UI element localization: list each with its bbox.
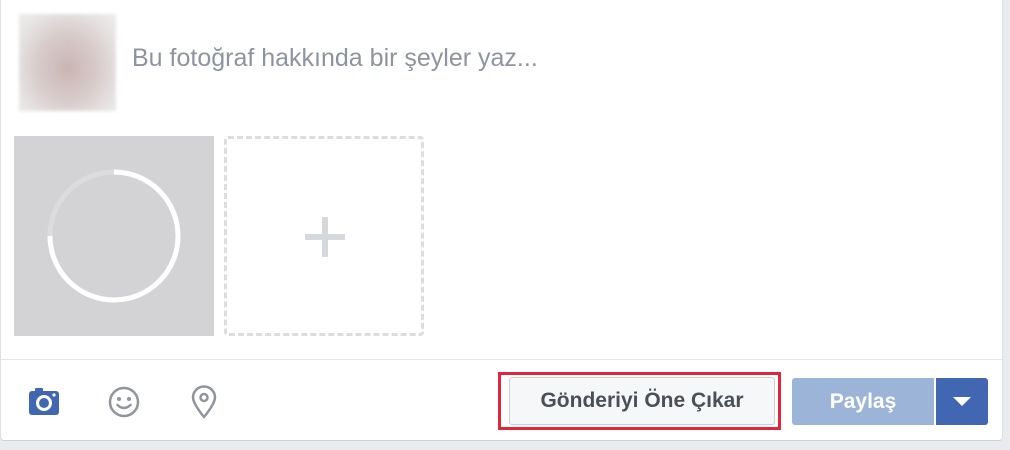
camera-icon[interactable] (26, 384, 62, 420)
post-composer: Bu fotoğraf hakkında bir şeyler yaz... G… (0, 0, 1003, 441)
divider (1, 359, 1002, 360)
location-pin-icon[interactable] (186, 384, 222, 420)
upload-progress-ring (47, 169, 181, 303)
caret-down-icon (953, 397, 971, 406)
uploading-photo-thumbnail[interactable] (14, 136, 214, 336)
share-button[interactable]: Paylaş (792, 378, 934, 425)
add-photo-button[interactable] (224, 136, 424, 336)
avatar (19, 14, 116, 111)
share-options-button[interactable] (936, 378, 988, 425)
boost-post-button[interactable]: Gönderiyi Öne Çıkar (509, 377, 775, 425)
emoji-icon[interactable] (106, 384, 142, 420)
caption-input[interactable]: Bu fotoğraf hakkında bir şeyler yaz... (132, 44, 538, 73)
